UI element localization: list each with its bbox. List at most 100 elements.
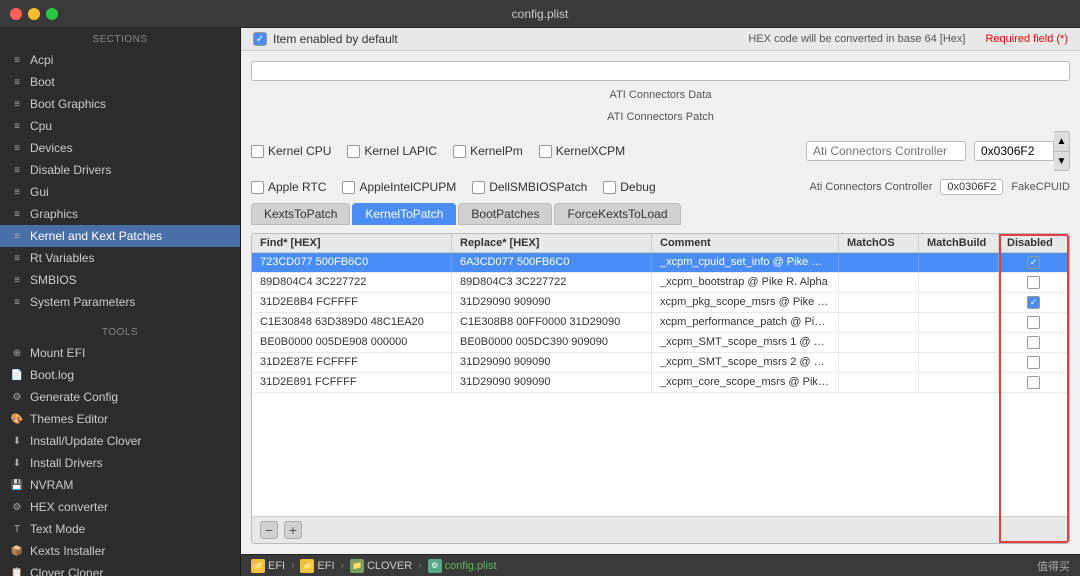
sidebar-item-rt-variables[interactable]: ≡ Rt Variables [0, 247, 240, 269]
table-container: Find* [HEX] Replace* [HEX] Comment Match… [251, 233, 1070, 544]
debug-label: Debug [620, 180, 655, 194]
td-disabled-2[interactable] [999, 293, 1069, 312]
td-disabled-4[interactable] [999, 333, 1069, 352]
tab-force-kexts-to-load[interactable]: ForceKextsToLoad [554, 203, 680, 225]
table-row[interactable]: 31D2E891 FCFFFF 31D29090 909090 _xcpm_co… [252, 373, 1069, 393]
minimize-button[interactable] [28, 8, 40, 20]
sidebar-item-disable-drivers[interactable]: ≡ Disable Drivers [0, 159, 240, 181]
ati-patch-label: ATI Connectors Patch [607, 111, 714, 123]
stepper-down-button[interactable]: ▼ [1054, 151, 1070, 171]
kernel-lapic-checkbox-label[interactable]: Kernel LAPIC [347, 144, 437, 158]
sidebar-item-system-parameters[interactable]: ≡ System Parameters [0, 291, 240, 313]
sidebar-item-devices[interactable]: ≡ Devices [0, 137, 240, 159]
td-disabled-3[interactable] [999, 313, 1069, 332]
td-disabled-1[interactable] [999, 273, 1069, 292]
td-matchos-6 [839, 373, 919, 392]
debug-checkbox-label[interactable]: Debug [603, 180, 655, 194]
debug-checkbox[interactable] [603, 181, 616, 194]
dell-smbios-checkbox[interactable] [472, 181, 485, 194]
kernel-lapic-checkbox[interactable] [347, 145, 360, 158]
kernel-cpu-checkbox[interactable] [251, 145, 264, 158]
sidebar-item-acpi[interactable]: ≡ Acpi [0, 49, 240, 71]
table-row[interactable]: BE0B0000 005DE908 000000 BE0B0000 005DC3… [252, 333, 1069, 353]
table-row[interactable]: 31D2E8B4 FCFFFF 31D29090 909090 xcpm_pkg… [252, 293, 1069, 313]
apple-rtc-checkbox-label[interactable]: Apple RTC [251, 180, 326, 194]
text-mode-icon: T [10, 522, 24, 536]
sidebar-item-hex-converter[interactable]: ⚙ HEX converter [0, 496, 240, 518]
th-comment: Comment [652, 234, 839, 252]
table-row[interactable]: 723CD077 500FB6C0 6A3CD077 500FB6C0 _xcp… [252, 253, 1069, 273]
disabled-checkbox-0[interactable] [1027, 256, 1040, 269]
sidebar-item-mount-efi[interactable]: ⊕ Mount EFI [0, 342, 240, 364]
statusbar-config-item: ⚙ config.plist [428, 559, 497, 573]
td-comment-4: _xcpm_SMT_scope_msrs 1 @ Pike R. A... [652, 333, 839, 352]
sidebar-item-generate-config[interactable]: ⚙ Generate Config [0, 386, 240, 408]
sidebar-item-kexts-installer[interactable]: 📦 Kexts Installer [0, 540, 240, 562]
td-find-1: 89D804C4 3C227722 [252, 273, 452, 292]
td-matchbuild-5 [919, 353, 999, 372]
kernelpm-checkbox-label[interactable]: KernelPm [453, 144, 523, 158]
sidebar-item-text-mode[interactable]: T Text Mode [0, 518, 240, 540]
td-disabled-5[interactable] [999, 353, 1069, 372]
sidebar-item-gui[interactable]: ≡ Gui [0, 181, 240, 203]
sidebar-item-kernel-kext-patches[interactable]: ≡ Kernel and Kext Patches [0, 225, 240, 247]
kernelxcpm-checkbox-label[interactable]: KernelXCPM [539, 144, 625, 158]
ati-connectors-data-input[interactable] [251, 61, 1070, 81]
apple-rtc-checkbox[interactable] [251, 181, 264, 194]
item-enabled-checkbox[interactable] [253, 32, 267, 46]
sidebar-item-clover-cloner[interactable]: 📋 Clover Cloner [0, 562, 240, 576]
hex-value-input[interactable] [974, 141, 1054, 161]
td-disabled-6[interactable] [999, 373, 1069, 392]
sidebar-item-cpu[interactable]: ≡ Cpu [0, 115, 240, 137]
table-row[interactable]: C1E30848 63D389D0 48C1EA20 C1E308B8 00FF… [252, 313, 1069, 333]
apple-intel-cpupm-checkbox[interactable] [342, 181, 355, 194]
sidebar-item-boot-log[interactable]: 📄 Boot.log [0, 364, 240, 386]
ati-controller-input[interactable] [806, 141, 966, 161]
breadcrumb-chevron-3: › [418, 560, 421, 571]
sidebar-item-themes-editor[interactable]: 🎨 Themes Editor [0, 408, 240, 430]
td-matchbuild-4 [919, 333, 999, 352]
stepper-up-button[interactable]: ▲ [1054, 131, 1070, 151]
sidebar-item-boot[interactable]: ≡ Boot [0, 71, 240, 93]
item-enabled-row: Item enabled by default [253, 32, 398, 46]
td-disabled-0[interactable] [999, 253, 1069, 272]
sidebar-item-boot-graphics[interactable]: ≡ Boot Graphics [0, 93, 240, 115]
close-button[interactable] [10, 8, 22, 20]
sidebar-item-label: NVRAM [30, 478, 73, 492]
apple-intel-cpupm-checkbox-label[interactable]: AppleIntelCPUPM [342, 180, 456, 194]
sidebar-item-nvram[interactable]: 💾 NVRAM [0, 474, 240, 496]
sidebar-item-graphics[interactable]: ≡ Graphics [0, 203, 240, 225]
sidebar-item-smbios[interactable]: ≡ SMBIOS [0, 269, 240, 291]
required-note: Required field (*) [985, 33, 1068, 45]
td-comment-5: _xcpm_SMT_scope_msrs 2 @ Pike R.... [652, 353, 839, 372]
disabled-checkbox-4[interactable] [1027, 336, 1040, 349]
table-row[interactable]: 31D2E87E FCFFFF 31D29090 909090 _xcpm_SM… [252, 353, 1069, 373]
traffic-lights [10, 8, 58, 20]
disabled-checkbox-6[interactable] [1027, 376, 1040, 389]
tab-boot-patches[interactable]: BootPatches [458, 203, 552, 225]
kernel-cpu-checkbox-label[interactable]: Kernel CPU [251, 144, 331, 158]
maximize-button[interactable] [46, 8, 58, 20]
disabled-checkbox-1[interactable] [1027, 276, 1040, 289]
tab-kexts-to-patch[interactable]: KextsToPatch [251, 203, 350, 225]
td-find-3: C1E30848 63D389D0 48C1EA20 [252, 313, 452, 332]
tab-kernel-to-patch[interactable]: KernelToPatch [352, 203, 456, 225]
td-matchbuild-0 [919, 253, 999, 272]
add-row-button[interactable]: + [284, 521, 302, 539]
folder-efi2-icon: 📁 [300, 559, 314, 573]
table-row[interactable]: 89D804C4 3C227722 89D804C3 3C227722 _xcp… [252, 273, 1069, 293]
disabled-checkbox-2[interactable] [1027, 296, 1040, 309]
sidebar-item-install-drivers[interactable]: ⬇ Install Drivers [0, 452, 240, 474]
dell-smbios-checkbox-label[interactable]: DellSMBIOSPatch [472, 180, 587, 194]
sidebar-item-install-update-clover[interactable]: ⬇ Install/Update Clover [0, 430, 240, 452]
disabled-checkbox-3[interactable] [1027, 316, 1040, 329]
disabled-checkbox-5[interactable] [1027, 356, 1040, 369]
sidebar-item-label: Disable Drivers [30, 163, 111, 177]
remove-row-button[interactable]: − [260, 521, 278, 539]
sidebar-item-label: Generate Config [30, 390, 118, 404]
td-comment-3: xcpm_performance_patch @ Pike R.... [652, 313, 839, 332]
kernelpm-checkbox[interactable] [453, 145, 466, 158]
td-replace-5: 31D29090 909090 [452, 353, 652, 372]
sidebar-item-label: Boot [30, 75, 55, 89]
kernelxcpm-checkbox[interactable] [539, 145, 552, 158]
